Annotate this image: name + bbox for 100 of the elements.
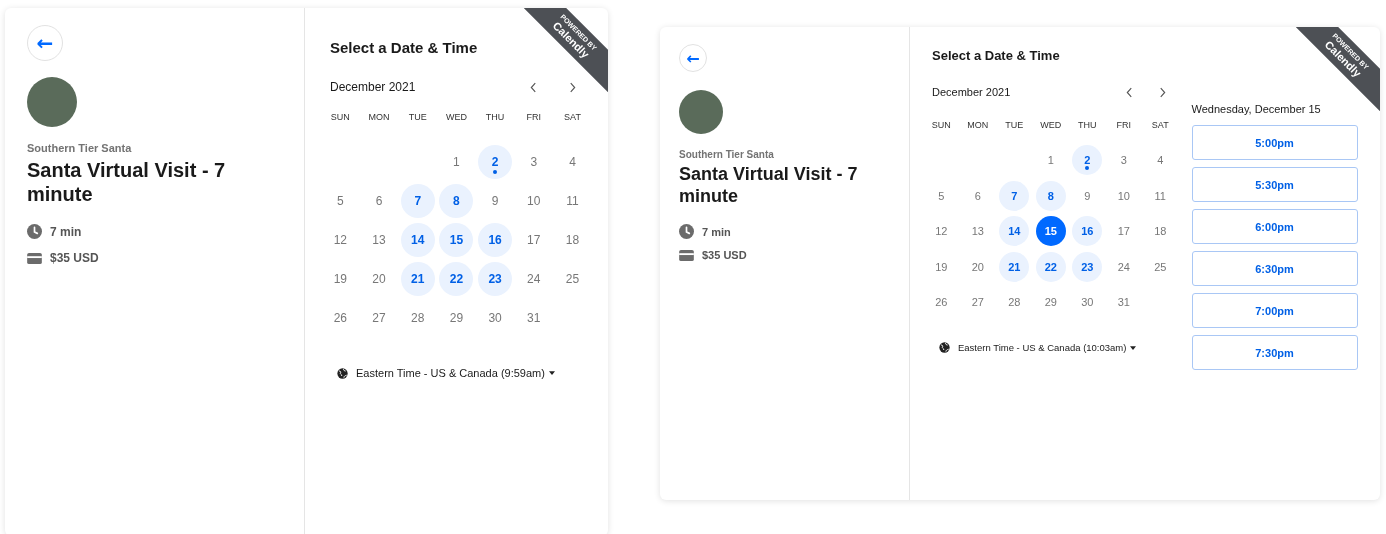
date-label: 29 (1043, 295, 1058, 311)
clock-icon (27, 224, 42, 239)
available-date[interactable]: 8 (439, 183, 474, 218)
chevron-right-icon (568, 81, 576, 93)
page-heading: Select a Date & Time (330, 39, 478, 56)
time-slot-button[interactable]: 7:00pm (1191, 293, 1358, 328)
available-date[interactable]: 23 (478, 261, 513, 296)
available-date[interactable]: 21 (400, 261, 435, 296)
date-label: 6 (374, 192, 384, 210)
available-date[interactable]: 14 (999, 216, 1030, 247)
available-date[interactable]: 21 (999, 251, 1030, 282)
date-label: 17 (1116, 224, 1131, 240)
date-label: 27 (371, 309, 387, 327)
date-label: 1 (452, 153, 461, 171)
date-label: 10 (1116, 188, 1131, 204)
event-title: Santa Virtual Visit - 7 minute (679, 163, 859, 207)
date-label: 25 (1153, 259, 1168, 275)
price-text: $35 USD (50, 251, 99, 265)
globe-icon (337, 367, 348, 379)
date-label: 24 (1116, 259, 1131, 275)
date-label: 25 (564, 270, 581, 288)
date-label: 17 (526, 231, 542, 249)
time-slot-button[interactable]: 5:30pm (1191, 167, 1358, 202)
weekday-label: MON (367, 111, 391, 124)
available-date[interactable]: 7 (400, 183, 435, 218)
date-label: 27 (970, 295, 985, 311)
duration-text: 7 min (702, 225, 731, 238)
month-label: December 2021 (330, 80, 416, 94)
globe-icon (939, 342, 950, 353)
timezone-selector[interactable]: Eastern Time - US & Canada (9:59am) (321, 367, 555, 379)
available-date[interactable]: 16 (1072, 216, 1103, 247)
chevron-right-icon (1158, 86, 1166, 98)
available-date[interactable]: 7 (999, 180, 1030, 211)
clock-icon (679, 224, 694, 239)
available-date[interactable]: 2 (478, 144, 513, 179)
chevron-left-icon (529, 81, 537, 93)
date-label: 20 (371, 270, 387, 288)
weekday-label: WED (1039, 119, 1063, 130)
date-label: 12 (934, 224, 949, 240)
time-slot-button[interactable]: 6:30pm (1191, 251, 1358, 286)
date-label: 28 (410, 309, 426, 327)
available-date[interactable]: 14 (400, 222, 435, 257)
back-button[interactable]: ← (27, 25, 63, 61)
date-label: 1 (1046, 153, 1055, 169)
date-label: 9 (1083, 188, 1092, 204)
date-label: 4 (568, 153, 577, 171)
date-label: 4 (1156, 153, 1165, 169)
date-label: 10 (526, 192, 542, 210)
weekday-label: TUE (1004, 119, 1025, 130)
date-label: 31 (1116, 295, 1131, 311)
date-label: 12 (332, 231, 348, 249)
available-date[interactable]: 16 (478, 222, 513, 257)
back-button[interactable]: ← (679, 44, 707, 72)
time-slot-button[interactable]: 7:30pm (1191, 335, 1358, 370)
time-slot-button[interactable]: 6:00pm (1191, 209, 1358, 244)
price-text: $35 USD (702, 249, 747, 261)
today-dot-icon (493, 169, 498, 174)
date-label: 19 (332, 270, 348, 288)
date-label: 30 (1080, 295, 1095, 311)
card-icon (27, 252, 42, 264)
date-label: 6 (973, 188, 982, 204)
available-date[interactable]: 2 (1072, 145, 1103, 176)
available-date[interactable]: 15 (439, 222, 474, 257)
avatar-photo-placeholder (27, 77, 77, 127)
date-label: 3 (529, 153, 539, 171)
card-icon (679, 249, 694, 261)
available-date[interactable]: 22 (439, 261, 474, 296)
weekday-label: FRI (1115, 119, 1132, 130)
weekday-label: THU (484, 111, 506, 124)
caret-down-icon (1130, 345, 1137, 350)
time-slot-button[interactable]: 5:00pm (1191, 125, 1358, 160)
date-label: 30 (487, 309, 503, 327)
caret-down-icon (548, 371, 555, 375)
date-label: 20 (970, 259, 985, 275)
date-label: 24 (526, 270, 542, 288)
date-label: 19 (934, 259, 949, 275)
timezone-selector[interactable]: Eastern Time - US & Canada (10:03am) (923, 342, 1137, 353)
page-heading: Select a Date & Time (932, 48, 1060, 63)
date-label: 3 (1119, 153, 1128, 169)
date-label: 18 (1153, 224, 1168, 240)
date-label: 11 (565, 192, 580, 210)
date-label: 31 (526, 309, 542, 327)
date-label: 11 (1153, 188, 1167, 204)
weekday-label: SAT (563, 111, 582, 124)
date-label: 5 (336, 192, 345, 210)
weekday-label: THU (1077, 119, 1098, 130)
date-label: 13 (371, 231, 387, 249)
date-label: 13 (970, 224, 985, 240)
chevron-left-icon (1125, 86, 1133, 98)
date-label: 9 (490, 192, 500, 210)
date-label: 28 (1007, 295, 1022, 311)
month-label: December 2021 (932, 86, 1011, 98)
weekday-label: SUN (930, 119, 952, 130)
available-date[interactable]: 22 (1035, 251, 1066, 282)
selected-date[interactable]: 15 (1035, 216, 1066, 247)
avatar-photo-placeholder (679, 90, 723, 134)
weekday-label: SAT (1150, 119, 1170, 130)
available-date[interactable]: 8 (1035, 180, 1066, 211)
available-date[interactable]: 23 (1072, 251, 1103, 282)
date-label: 29 (448, 309, 465, 327)
